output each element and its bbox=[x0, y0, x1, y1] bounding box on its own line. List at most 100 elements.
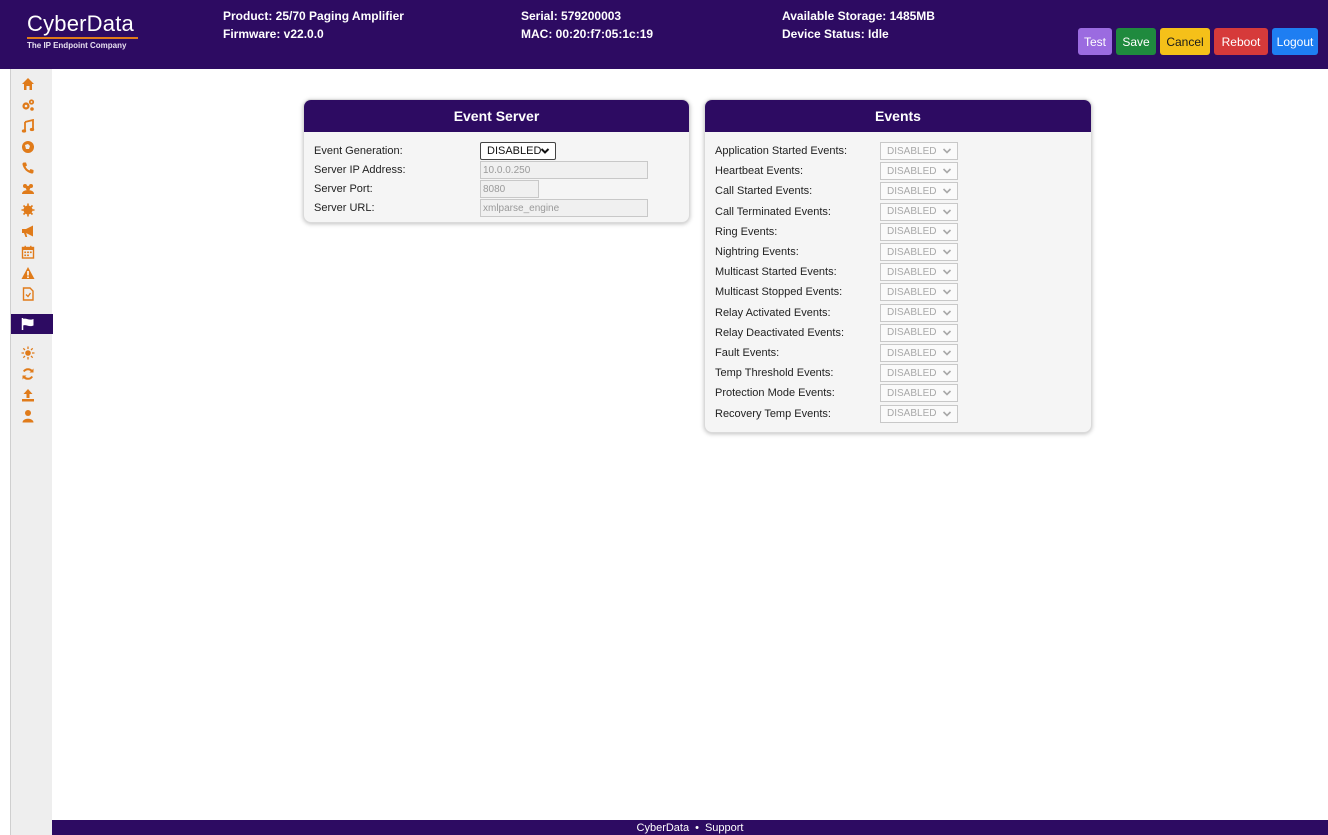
logout-button[interactable]: Logout bbox=[1272, 28, 1318, 55]
event-label: Ring Events: bbox=[715, 225, 778, 238]
chevron-down-icon bbox=[942, 330, 952, 336]
event-select[interactable]: DISABLED bbox=[880, 142, 958, 160]
sidebar-item-events[interactable] bbox=[11, 314, 53, 334]
sidebar-item-audio[interactable] bbox=[11, 116, 53, 136]
event-generation-value: DISABLED bbox=[487, 145, 542, 157]
server-ip-input[interactable]: 10.0.0.250 bbox=[480, 161, 648, 179]
event-generation-label: Event Generation: bbox=[314, 145, 403, 157]
events-panel: Events Application Started Events: DISABL… bbox=[704, 99, 1092, 433]
chevron-down-icon bbox=[942, 269, 952, 275]
chevron-down-icon bbox=[942, 310, 952, 316]
event-label: Fault Events: bbox=[715, 347, 780, 359]
flag-icon bbox=[21, 318, 34, 330]
event-select-value: DISABLED bbox=[887, 165, 937, 177]
alert-icon bbox=[21, 267, 35, 279]
event-select-value: DISABLED bbox=[887, 206, 937, 218]
chevron-down-icon bbox=[942, 148, 952, 154]
chevron-down-icon bbox=[942, 411, 952, 417]
event-label: Call Started Events: bbox=[715, 185, 813, 198]
event-row: Nightring Events: DISABLED bbox=[705, 243, 1091, 263]
event-select-value: DISABLED bbox=[887, 145, 937, 157]
sidebar-item-alerts[interactable] bbox=[11, 263, 53, 283]
event-select[interactable]: DISABLED bbox=[880, 283, 958, 302]
event-label: Nightring Events: bbox=[715, 246, 799, 258]
footer-support-link[interactable]: Support bbox=[705, 822, 744, 834]
cyberdata-logo[interactable]: CyberData The IP Endpoint Company bbox=[27, 12, 152, 50]
event-select[interactable]: DISABLED bbox=[880, 364, 958, 383]
event-select-value: DISABLED bbox=[887, 185, 937, 197]
cancel-button[interactable]: Cancel bbox=[1160, 28, 1210, 55]
event-select[interactable]: DISABLED bbox=[880, 202, 958, 221]
server-port-input[interactable]: 8080 bbox=[480, 180, 539, 198]
firmware-version: Firmware: v22.0.0 bbox=[223, 27, 324, 41]
chevron-down-icon bbox=[942, 249, 952, 255]
sidebar-item-groups[interactable] bbox=[11, 179, 53, 199]
sidebar-item-schedule[interactable] bbox=[11, 242, 53, 262]
event-row: Call Terminated Events: DISABLED bbox=[705, 202, 1091, 223]
sidebar-item-sip[interactable] bbox=[11, 158, 53, 178]
event-row: Heartbeat Events: DISABLED bbox=[705, 162, 1091, 182]
sidebar-item-sip-server[interactable] bbox=[11, 200, 53, 220]
device-state: Available Storage: 1485MB Device Status:… bbox=[782, 7, 935, 43]
event-select[interactable]: DISABLED bbox=[880, 404, 958, 423]
chevron-down-icon bbox=[942, 350, 952, 356]
event-label: Multicast Started Events: bbox=[715, 266, 837, 279]
calendar-icon bbox=[21, 245, 35, 259]
server-url-label: Server URL: bbox=[314, 202, 375, 214]
event-select[interactable]: DISABLED bbox=[880, 243, 958, 261]
event-row: Call Started Events: DISABLED bbox=[705, 182, 1091, 202]
event-row: Recovery Temp Events: DISABLED bbox=[705, 404, 1091, 425]
event-label: Temp Threshold Events: bbox=[715, 367, 834, 380]
event-select[interactable]: DISABLED bbox=[880, 182, 958, 201]
event-select[interactable]: DISABLED bbox=[880, 344, 958, 362]
sidebar-item-sync[interactable] bbox=[11, 364, 53, 384]
footer-separator: • bbox=[695, 821, 699, 834]
serial-number: Serial: 579200003 bbox=[521, 9, 622, 23]
event-select-value: DISABLED bbox=[887, 347, 937, 359]
sidebar-item-upgrade[interactable] bbox=[11, 385, 53, 405]
users-icon bbox=[22, 184, 34, 194]
event-label: Application Started Events: bbox=[715, 145, 848, 157]
footer-cyberdata-link[interactable]: CyberData bbox=[637, 822, 690, 834]
home-icon bbox=[22, 78, 34, 90]
sidebar-item-settings[interactable] bbox=[11, 95, 53, 115]
event-select[interactable]: DISABLED bbox=[880, 323, 958, 342]
event-label: Call Terminated Events: bbox=[715, 205, 831, 218]
sidebar-item-display[interactable] bbox=[11, 343, 53, 363]
top-header: CyberData The IP Endpoint Company Produc… bbox=[0, 0, 1328, 69]
chevron-down-icon bbox=[942, 289, 952, 296]
chevron-down-icon bbox=[942, 209, 952, 215]
sidebar-item-home[interactable] bbox=[11, 74, 53, 94]
logo-tagline: The IP Endpoint Company bbox=[27, 41, 127, 50]
event-server-title: Event Server bbox=[304, 100, 689, 132]
sidebar-item-files[interactable] bbox=[11, 284, 53, 304]
event-generation-select[interactable]: DISABLED bbox=[480, 142, 556, 160]
event-select-value: DISABLED bbox=[887, 327, 937, 339]
event-row: Relay Activated Events: DISABLED bbox=[705, 303, 1091, 324]
reboot-button[interactable]: Reboot bbox=[1214, 28, 1268, 55]
event-select[interactable]: DISABLED bbox=[880, 384, 958, 403]
event-select-value: DISABLED bbox=[887, 226, 937, 238]
server-ip-label: Server IP Address: bbox=[314, 164, 406, 176]
device-status: Device Status: Idle bbox=[782, 27, 889, 41]
event-select[interactable]: DISABLED bbox=[880, 303, 958, 322]
event-select-value: DISABLED bbox=[887, 286, 937, 298]
server-url-input[interactable]: xmlparse_engine bbox=[480, 199, 648, 217]
event-label: Heartbeat Events: bbox=[715, 165, 804, 178]
chevron-down-icon bbox=[942, 229, 952, 235]
sidebar-item-network[interactable] bbox=[11, 137, 53, 157]
event-select-value: DISABLED bbox=[887, 367, 937, 379]
sidebar-item-admin[interactable] bbox=[11, 406, 53, 426]
save-button[interactable]: Save bbox=[1116, 28, 1156, 55]
phone-icon bbox=[22, 162, 34, 174]
event-select[interactable]: DISABLED bbox=[880, 162, 958, 181]
product-info: Product: 25/70 Paging Amplifier Firmware… bbox=[223, 7, 404, 43]
megaphone-icon bbox=[22, 225, 33, 237]
sidebar-item-paging[interactable] bbox=[11, 221, 53, 241]
network-icon bbox=[22, 141, 34, 153]
event-select[interactable]: DISABLED bbox=[880, 263, 958, 282]
test-button[interactable]: Test bbox=[1078, 28, 1112, 55]
chevron-down-icon bbox=[942, 390, 952, 397]
event-select[interactable]: DISABLED bbox=[880, 222, 958, 241]
event-select-value: DISABLED bbox=[887, 408, 937, 420]
